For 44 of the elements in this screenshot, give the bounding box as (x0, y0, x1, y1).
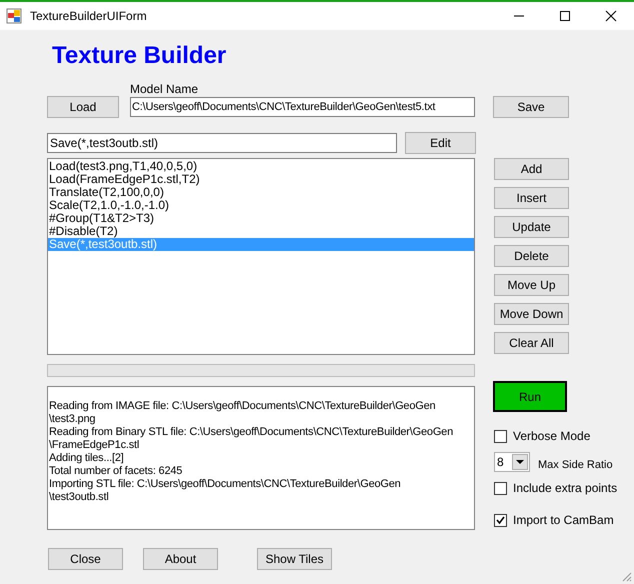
check-icon (496, 516, 505, 524)
command-field[interactable]: Save(*,test3outb.stl) (47, 133, 397, 153)
side-button[interactable]: Add (494, 158, 569, 180)
side-button[interactable]: Move Up (494, 274, 569, 296)
command-list-item[interactable]: Scale(T2,1.0,-1.0,-1.0) (48, 199, 474, 212)
resize-grip-icon[interactable] (620, 570, 632, 582)
footer-button[interactable]: Show Tiles (257, 548, 332, 570)
command-list-item[interactable]: #Group(T1&T2>T3) (48, 212, 474, 225)
command-list-item[interactable]: Load(test3.png,T1,40,0,5,0) (48, 160, 474, 173)
side-button[interactable]: Move Down (494, 303, 569, 325)
footer-button[interactable]: Close (48, 548, 123, 570)
log-line: \FrameEdgeP1c.stl (49, 439, 140, 452)
app-icon (6, 8, 22, 24)
checkbox[interactable] (494, 514, 507, 526)
model-name-field[interactable]: C:\Users\geoff\Documents\CNC\TextureBuilder\GeoGen\test5.txt (130, 97, 475, 117)
side-button[interactable]: Clear All (494, 332, 569, 354)
load-button[interactable]: Load (47, 96, 119, 118)
checkbox[interactable] (494, 482, 507, 494)
log-line: Reading from IMAGE file: C:\Users\geoff\Documents\CNC\TextureBuilder\GeoGen (49, 400, 436, 413)
log-line: Total number of facets: 6245 (49, 465, 182, 478)
window-title: TextureBuilderUIForm (30, 8, 147, 25)
ratio-dropdown[interactable]: 8 (494, 452, 530, 472)
run-button[interactable]: Run (493, 381, 567, 412)
side-button[interactable]: Update (494, 216, 569, 238)
log-line: Adding tiles...[2] (49, 452, 124, 465)
option-label: Verbose Mode (513, 428, 590, 445)
app-heading: Texture Builder (52, 42, 228, 70)
log-line: Importing STL file: C:\Users\geoff\Documents\CNC\TextureBuilder\GeoGen (49, 478, 401, 491)
log-line: \test3.png (49, 413, 96, 426)
log-line: Reading from Binary STL file: C:\Users\geoff\Documents\CNC\TextureBuilder\GeoGen (49, 426, 454, 439)
log-line: \test3outb.stl (49, 491, 109, 504)
model-name-label: Model Name (130, 82, 200, 96)
option-label: Include extra points (513, 480, 618, 497)
side-button[interactable]: Delete (494, 245, 569, 267)
command-list-item[interactable]: Translate(T2,100,0,0) (48, 186, 474, 199)
save-button[interactable]: Save (493, 96, 569, 118)
checkbox[interactable] (494, 430, 507, 442)
option-label: Import to CamBam (513, 512, 614, 529)
command-list-item[interactable]: #Disable(T2) (48, 225, 474, 238)
footer-button[interactable]: About (143, 548, 218, 570)
max-side-ratio-label: Max Side Ratio (538, 459, 613, 472)
side-button[interactable]: Insert (494, 187, 569, 209)
command-list-item[interactable]: Load(FrameEdgeP1c.stl,T2) (48, 173, 474, 186)
edit-button[interactable]: Edit (405, 132, 476, 154)
